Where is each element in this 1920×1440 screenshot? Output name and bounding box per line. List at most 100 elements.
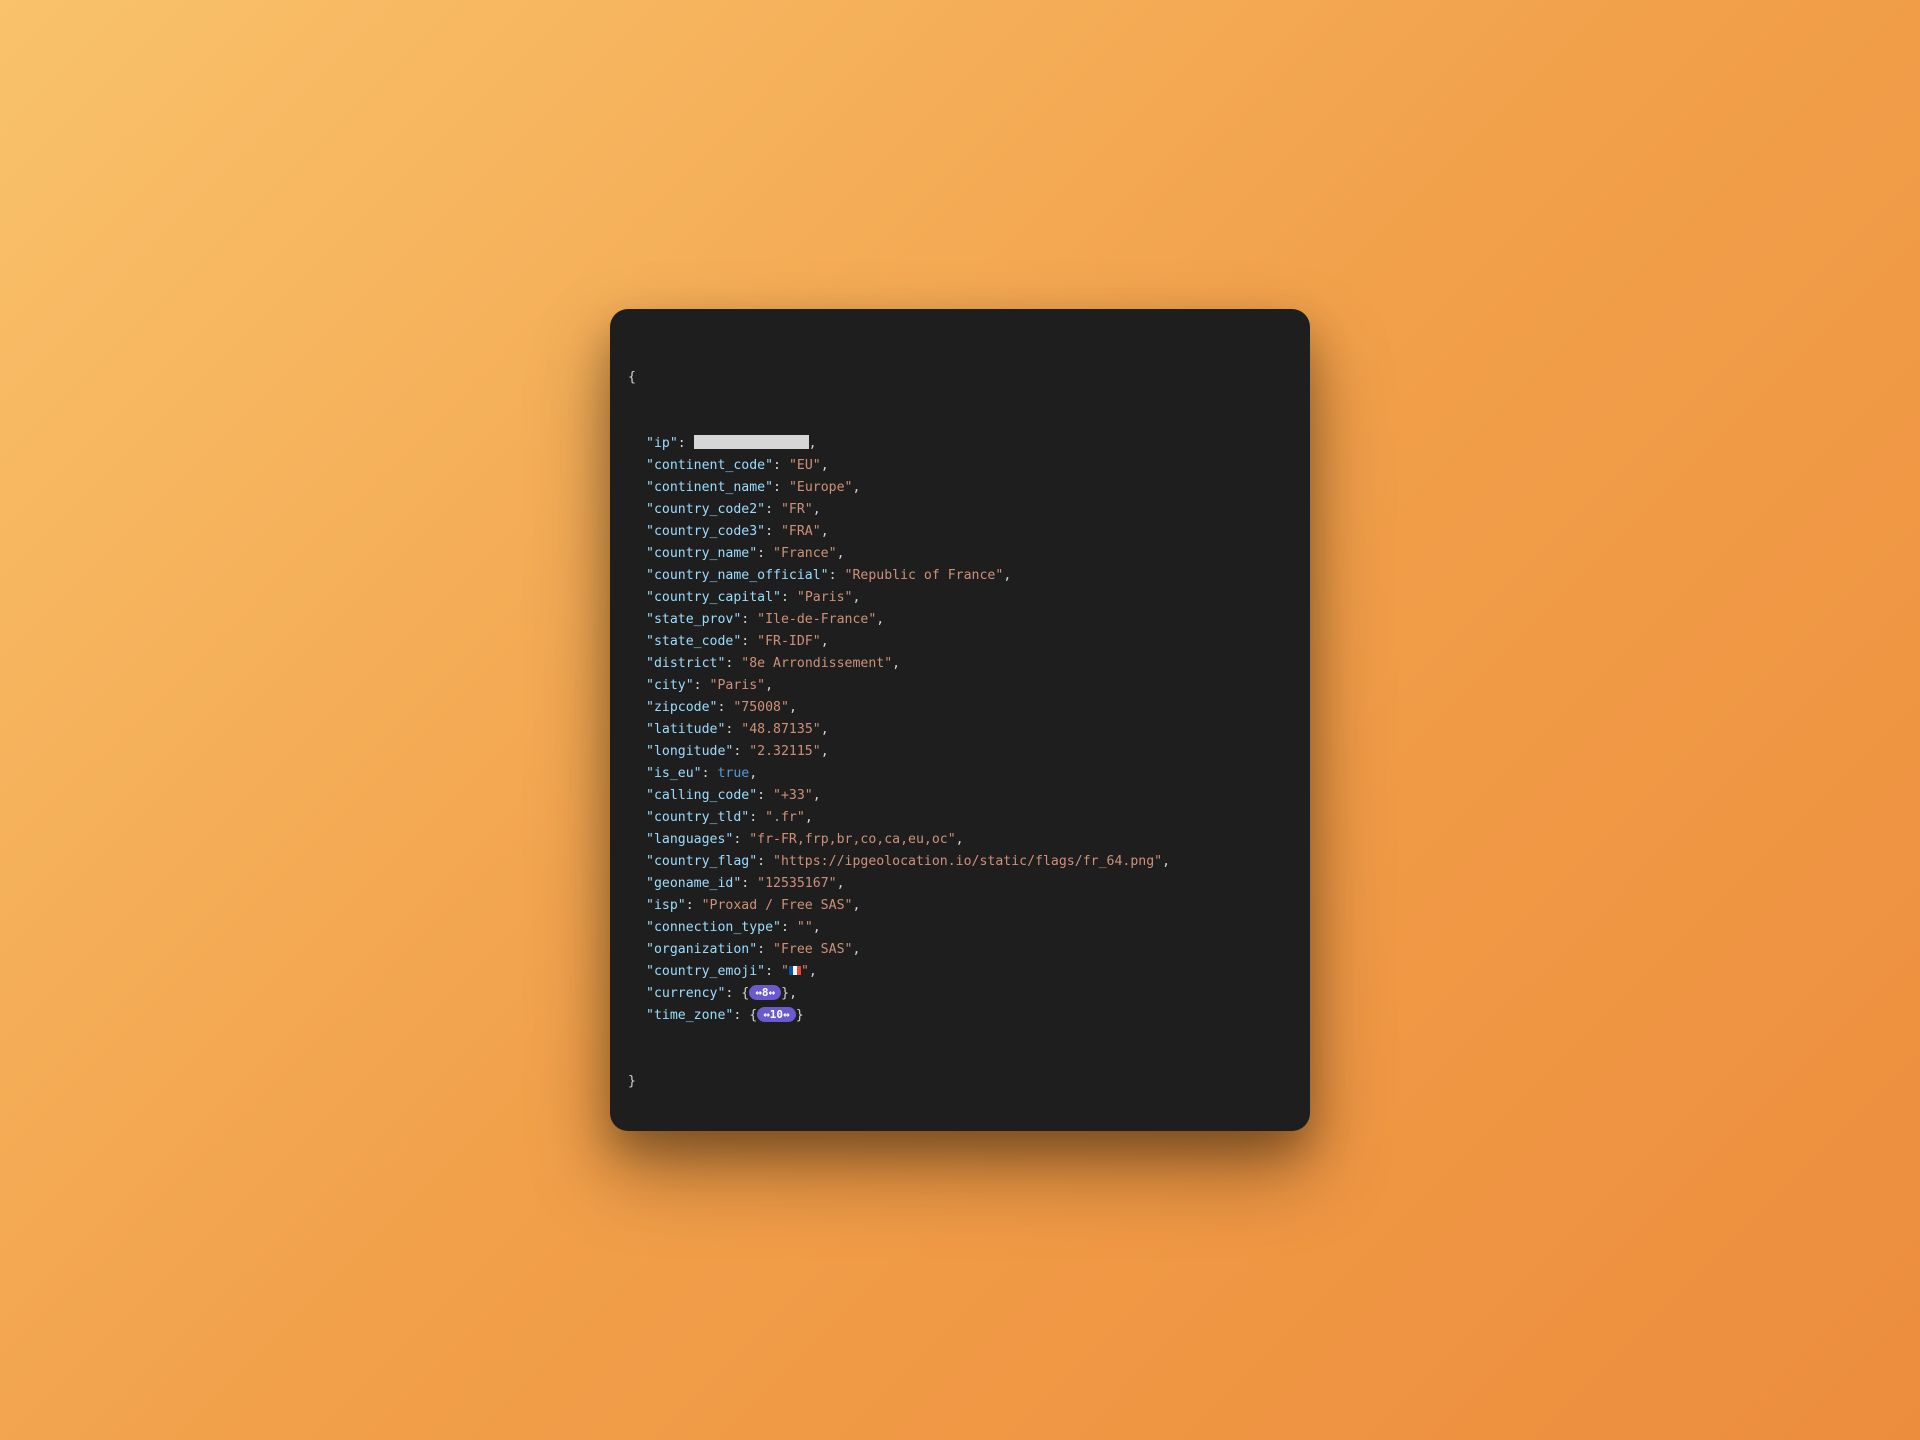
json-key: "connection_type"	[646, 920, 781, 935]
json-line: "calling_code": "+33",	[646, 785, 1292, 807]
json-line: "district": "8e Arrondissement",	[646, 653, 1292, 675]
json-line: "country_capital": "Paris",	[646, 587, 1292, 609]
comma: ,	[852, 590, 860, 605]
json-value: ""	[797, 920, 813, 935]
colon: :	[678, 436, 694, 451]
json-line: "city": "Paris",	[646, 675, 1292, 697]
json-key: "is_eu"	[646, 766, 702, 781]
comma: ,	[852, 942, 860, 957]
json-key: "city"	[646, 678, 694, 693]
json-key: "continent_name"	[646, 480, 773, 495]
json-key: "isp"	[646, 898, 686, 913]
collapsed-object-badge[interactable]: ↔8↔	[749, 985, 781, 1000]
json-line: "longitude": "2.32115",	[646, 741, 1292, 763]
comma: ,	[813, 920, 821, 935]
json-line: "latitude": "48.87135",	[646, 719, 1292, 741]
json-key: "country_flag"	[646, 854, 757, 869]
comma: ,	[1003, 568, 1011, 583]
json-value: "2.32115"	[749, 744, 820, 759]
colon: :	[765, 524, 781, 539]
colon: :	[741, 876, 757, 891]
comma: ,	[821, 634, 829, 649]
json-key: "geoname_id"	[646, 876, 741, 891]
comma: ,	[956, 832, 964, 847]
comma: ,	[852, 898, 860, 913]
json-value: "Republic of France"	[845, 568, 1004, 583]
json-value: "EU"	[789, 458, 821, 473]
json-value: "FRA"	[781, 524, 821, 539]
json-key: "languages"	[646, 832, 733, 847]
json-key: "time_zone"	[646, 1008, 733, 1023]
json-line: "country_name": "France",	[646, 543, 1292, 565]
code-panel: { "ip": ,"continent_code": "EU","contine…	[610, 309, 1310, 1131]
comma: ,	[876, 612, 884, 627]
json-value: "Free SAS"	[773, 942, 852, 957]
json-line: "ip": ,	[646, 433, 1292, 455]
json-line: "country_flag": "https://ipgeolocation.i…	[646, 851, 1292, 873]
colon: :	[773, 480, 789, 495]
json-line: "continent_code": "EU",	[646, 455, 1292, 477]
json-key: "country_emoji"	[646, 964, 765, 979]
json-line: "time_zone": {↔10↔}	[646, 1005, 1292, 1027]
comma: ,	[805, 810, 813, 825]
json-line: "continent_name": "Europe",	[646, 477, 1292, 499]
colon: :	[733, 744, 749, 759]
json-key: "country_code2"	[646, 502, 765, 517]
comma: ,	[821, 744, 829, 759]
json-value: "Europe"	[789, 480, 853, 495]
colon: :	[773, 458, 789, 473]
json-key: "country_name_official"	[646, 568, 829, 583]
colon: :	[781, 590, 797, 605]
colon: :	[725, 986, 741, 1001]
json-line: "currency": {↔8↔},	[646, 983, 1292, 1005]
json-line: "isp": "Proxad / Free SAS",	[646, 895, 1292, 917]
json-key: "country_name"	[646, 546, 757, 561]
json-value: "12535167"	[757, 876, 836, 891]
collapsed-object-badge[interactable]: ↔10↔	[757, 1007, 796, 1022]
colon: :	[765, 964, 781, 979]
json-value: "FR-IDF"	[757, 634, 821, 649]
comma: ,	[809, 964, 817, 979]
comma: ,	[1162, 854, 1170, 869]
colon: :	[741, 612, 757, 627]
json-key: "country_capital"	[646, 590, 781, 605]
json-line: "state_prov": "Ile-de-France",	[646, 609, 1292, 631]
comma: ,	[892, 656, 900, 671]
json-value: "75008"	[733, 700, 789, 715]
json-key: "calling_code"	[646, 788, 757, 803]
json-line: "connection_type": "",	[646, 917, 1292, 939]
json-close-brace: }	[628, 1071, 1292, 1093]
json-value: "8e Arrondissement"	[741, 656, 892, 671]
json-value: "Ile-de-France"	[757, 612, 876, 627]
json-open-brace: {	[628, 367, 1292, 389]
colon: :	[741, 634, 757, 649]
json-value: "fr-FR,frp,br,co,ca,eu,oc"	[749, 832, 955, 847]
colon: :	[717, 700, 733, 715]
comma: ,	[837, 546, 845, 561]
json-value: "Paris"	[797, 590, 853, 605]
json-line: "country_code3": "FRA",	[646, 521, 1292, 543]
json-value: "https://ipgeolocation.io/static/flags/f…	[773, 854, 1162, 869]
json-key: "ip"	[646, 436, 678, 451]
json-key: "state_code"	[646, 634, 741, 649]
france-flag-icon	[789, 966, 801, 975]
comma: ,	[852, 480, 860, 495]
json-key: "country_tld"	[646, 810, 749, 825]
comma: ,	[809, 436, 817, 451]
comma: ,	[837, 876, 845, 891]
json-line: "country_name_official": "Republic of Fr…	[646, 565, 1292, 587]
json-key: "continent_code"	[646, 458, 773, 473]
comma: ,	[789, 986, 797, 1001]
comma: ,	[813, 788, 821, 803]
json-line: "zipcode": "75008",	[646, 697, 1292, 719]
json-line: "organization": "Free SAS",	[646, 939, 1292, 961]
comma: ,	[765, 678, 773, 693]
colon: :	[733, 832, 749, 847]
colon: :	[757, 788, 773, 803]
json-key: "latitude"	[646, 722, 725, 737]
colon: :	[694, 678, 710, 693]
colon: :	[757, 942, 773, 957]
json-line: "country_code2": "FR",	[646, 499, 1292, 521]
json-key: "longitude"	[646, 744, 733, 759]
json-key: "organization"	[646, 942, 757, 957]
